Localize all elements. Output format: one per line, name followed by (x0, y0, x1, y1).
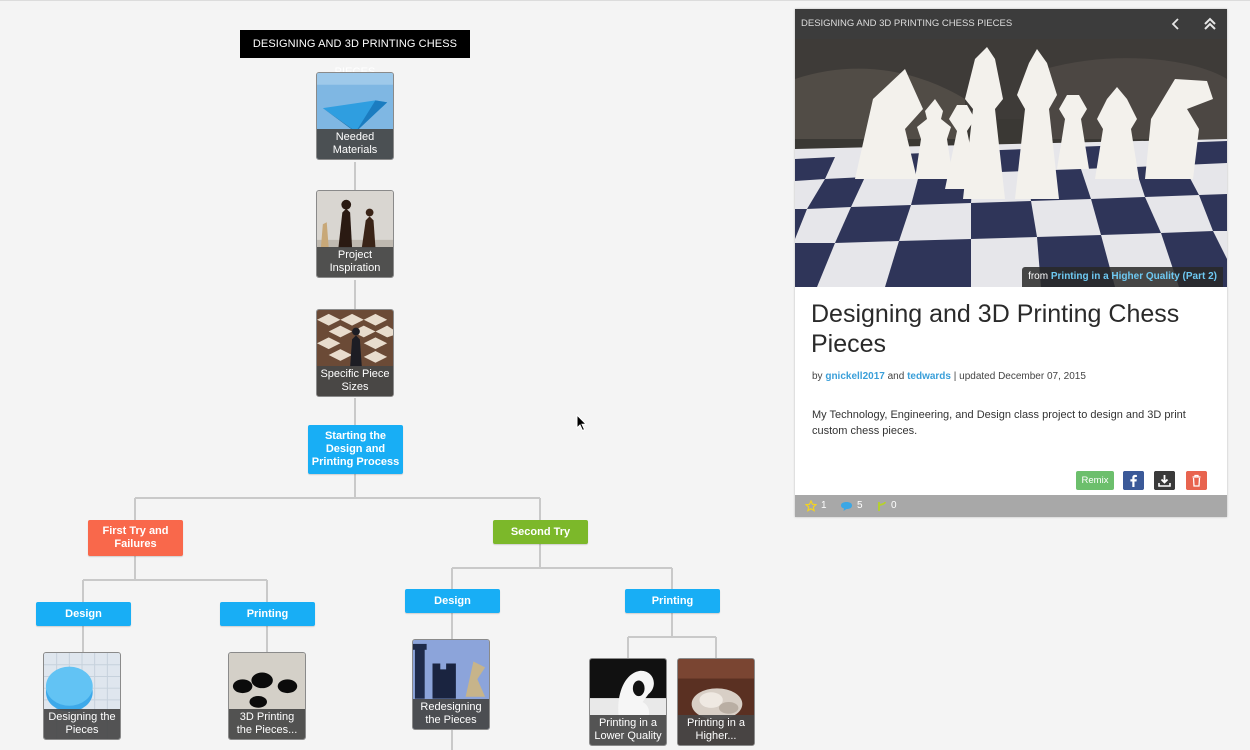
card-caption: Printing in a Higher... (678, 715, 754, 745)
star-icon (805, 500, 817, 512)
comments-stat[interactable]: 5 (840, 495, 863, 517)
card-redesigning-the-pieces[interactable]: Redesigning the Pieces (412, 639, 490, 730)
author-link-1[interactable]: gnickell2017 (825, 371, 884, 382)
favorites-stat[interactable]: 1 (805, 495, 827, 517)
map-root-title[interactable]: DESIGNING AND 3D PRINTING CHESS PIECES (240, 30, 470, 78)
tree-connectors (82, 162, 717, 750)
remixes-stat[interactable]: 0 (877, 495, 897, 517)
card-caption: Redesigning the Pieces (413, 699, 489, 729)
byline-and: and (887, 371, 905, 382)
card-caption: 3D Printing the Pieces... (229, 709, 305, 739)
author-link-2[interactable]: tedwards (907, 371, 951, 382)
project-hero-image[interactable] (795, 39, 1227, 287)
mouse-cursor-icon (576, 414, 588, 432)
panel-header: DESIGNING AND 3D PRINTING CHESS PIECES (795, 9, 1227, 39)
facebook-icon[interactable] (1123, 471, 1144, 490)
project-description: My Technology, Engineering, and Design c… (812, 409, 1186, 437)
stats-bar: 1 5 0 (795, 495, 1227, 517)
favorites-count: 1 (821, 500, 827, 511)
node-second-design[interactable]: Design (405, 589, 500, 613)
card-designing-the-pieces[interactable]: Designing the Pieces (43, 652, 121, 740)
source-link[interactable]: Printing in a Higher Quality (Part 2) (1051, 271, 1217, 282)
remix-icon (878, 501, 886, 511)
card-caption: Designing the Pieces (44, 709, 120, 739)
card-printing-the-pieces[interactable]: 3D Printing the Pieces... (228, 652, 306, 740)
node-second-printing[interactable]: Printing (625, 589, 720, 613)
card-caption: Specific Piece Sizes (317, 366, 393, 396)
comment-icon (841, 501, 852, 511)
node-first-design[interactable]: Design (36, 602, 131, 626)
node-second-try[interactable]: Second Try (493, 520, 588, 544)
card-project-inspiration[interactable]: Project Inspiration (316, 190, 394, 278)
comments-count: 5 (857, 500, 863, 511)
node-starting-process[interactable]: Starting the Design and Printing Process (308, 425, 403, 474)
card-needed-materials[interactable]: Needed Materials (316, 72, 394, 160)
detail-panel: DESIGNING AND 3D PRINTING CHESS PIECES f… (795, 9, 1227, 517)
card-caption: Printing in a Lower Quality (590, 715, 666, 745)
panel-header-title: DESIGNING AND 3D PRINTING CHESS PIECES (801, 18, 1013, 29)
remix-button[interactable]: Remix (1076, 471, 1114, 490)
byline-by: by (812, 371, 823, 382)
updated-date: | updated December 07, 2015 (953, 371, 1086, 382)
node-first-try[interactable]: First Try and Failures (88, 520, 183, 556)
download-icon[interactable] (1154, 471, 1175, 490)
card-printing-lower-quality[interactable]: Printing in a Lower Quality (589, 658, 667, 746)
collapse-up-icon[interactable] (1201, 9, 1219, 39)
source-prefix: from (1028, 271, 1049, 282)
remixes-count: 0 (891, 500, 897, 511)
trash-icon[interactable] (1186, 471, 1207, 490)
card-printing-higher-quality[interactable]: Printing in a Higher... (677, 658, 755, 746)
node-first-printing[interactable]: Printing (220, 602, 315, 626)
byline: by gnickell2017 and tedwards | updated D… (812, 371, 1086, 382)
project-title: Designing and 3D Printing Chess Pieces (811, 300, 1180, 358)
card-caption: Project Inspiration (317, 247, 393, 277)
card-specific-piece-sizes[interactable]: Specific Piece Sizes (316, 309, 394, 397)
card-caption: Needed Materials (317, 129, 393, 159)
back-chevron-icon[interactable] (1169, 9, 1183, 39)
source-badge: from Printing in a Higher Quality (Part … (1022, 267, 1223, 287)
